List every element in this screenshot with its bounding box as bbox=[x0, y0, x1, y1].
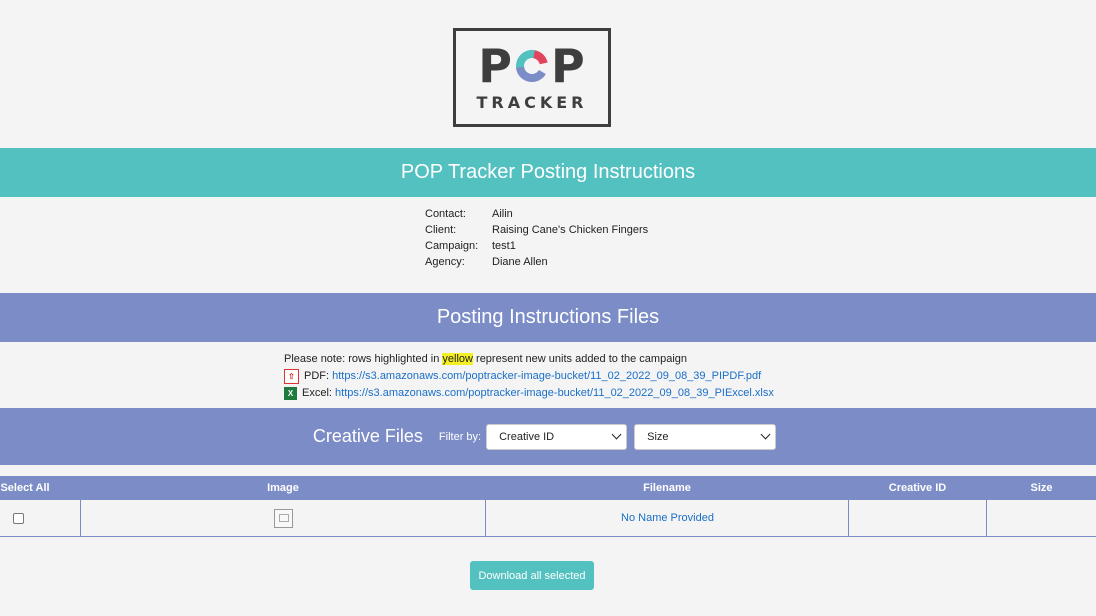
info-row-agency: Agency: Diane Allen bbox=[425, 254, 648, 270]
files-section-title: Posting Instructions Files bbox=[436, 306, 660, 328]
excel-icon: X bbox=[284, 387, 297, 400]
pdf-icon: ⇧ bbox=[284, 369, 299, 384]
logo-donut-icon bbox=[516, 50, 548, 82]
files-section-banner: Posting Instructions Files bbox=[0, 293, 1096, 342]
info-value: test1 bbox=[492, 240, 516, 252]
page-title-banner: POP Tracker Posting Instructions bbox=[0, 148, 1096, 197]
info-row-client: Client: Raising Cane's Chicken Fingers bbox=[425, 222, 648, 238]
select-all-header[interactable]: Select All bbox=[0, 476, 50, 500]
pdf-label: PDF: bbox=[304, 370, 330, 382]
info-label: Client: bbox=[425, 224, 457, 236]
filename-cell: No Name Provided bbox=[485, 500, 849, 536]
note-text-after: represent new units added to the campaig… bbox=[472, 353, 687, 365]
excel-label: Excel: bbox=[302, 387, 332, 399]
info-value: Raising Cane's Chicken Fingers bbox=[492, 224, 649, 236]
pop-tracker-logo: P P TRACKER bbox=[453, 28, 611, 127]
campaign-info: Contact: Ailin Client: Raising Cane's Ch… bbox=[425, 206, 648, 270]
note-text-before: Please note: rows highlighted in bbox=[284, 353, 443, 365]
excel-link[interactable]: https://s3.amazonaws.com/poptracker-imag… bbox=[335, 385, 774, 402]
chevron-down-icon bbox=[760, 429, 771, 440]
image-placeholder-icon[interactable] bbox=[274, 508, 293, 528]
logo-letter-p2: P bbox=[551, 39, 586, 93]
highlight-note: Please note: rows highlighted in yellow … bbox=[284, 351, 774, 368]
creative-files-toolbar: Creative Files Filter by: Creative ID Si… bbox=[0, 408, 1096, 465]
filename-header: Filename bbox=[643, 482, 691, 494]
filter-label: Filter by: bbox=[438, 430, 482, 443]
info-label: Agency: bbox=[425, 256, 465, 268]
chevron-down-icon bbox=[611, 429, 622, 440]
filter-creative-id-value: Creative ID bbox=[499, 430, 555, 443]
info-value: Diane Allen bbox=[492, 256, 548, 268]
excel-file-line: X Excel: https://s3.amazonaws.com/poptra… bbox=[284, 385, 774, 402]
note-highlight: yellow bbox=[442, 353, 473, 365]
table-row: No Name Provided bbox=[0, 500, 1096, 537]
filename-link[interactable]: No Name Provided bbox=[621, 512, 714, 524]
info-label: Contact: bbox=[425, 208, 466, 220]
size-cell bbox=[986, 500, 1096, 536]
files-notes: Please note: rows highlighted in yellow … bbox=[284, 351, 774, 402]
row-select-cell bbox=[0, 500, 36, 536]
image-header: Image bbox=[267, 482, 299, 494]
info-row-campaign: Campaign: test1 bbox=[425, 238, 648, 254]
logo-letter-p1: P bbox=[478, 39, 513, 93]
size-header: Size bbox=[1030, 482, 1053, 494]
page-title: POP Tracker Posting Instructions bbox=[400, 161, 696, 183]
logo-subtitle: TRACKER bbox=[476, 93, 588, 112]
info-label: Campaign: bbox=[425, 240, 479, 252]
filter-creative-id-select[interactable]: Creative ID bbox=[486, 423, 628, 450]
pdf-file-line: ⇧ PDF: https://s3.amazonaws.com/poptrack… bbox=[284, 368, 774, 385]
filter-size-select[interactable]: Size bbox=[634, 423, 777, 450]
download-all-selected-button[interactable]: Download all selected bbox=[470, 561, 594, 590]
info-value: Ailin bbox=[492, 208, 513, 220]
pdf-link[interactable]: https://s3.amazonaws.com/poptracker-imag… bbox=[332, 368, 761, 385]
creative-id-header: Creative ID bbox=[888, 482, 947, 494]
table-header: Select All Image Filename Creative ID Si… bbox=[0, 476, 1096, 500]
creative-files-title: Creative Files bbox=[312, 426, 423, 446]
creative-id-cell bbox=[848, 500, 987, 536]
row-checkbox[interactable] bbox=[12, 512, 24, 524]
filter-size-value: Size bbox=[647, 430, 669, 443]
info-row-contact: Contact: Ailin bbox=[425, 206, 648, 222]
image-cell bbox=[80, 500, 486, 536]
